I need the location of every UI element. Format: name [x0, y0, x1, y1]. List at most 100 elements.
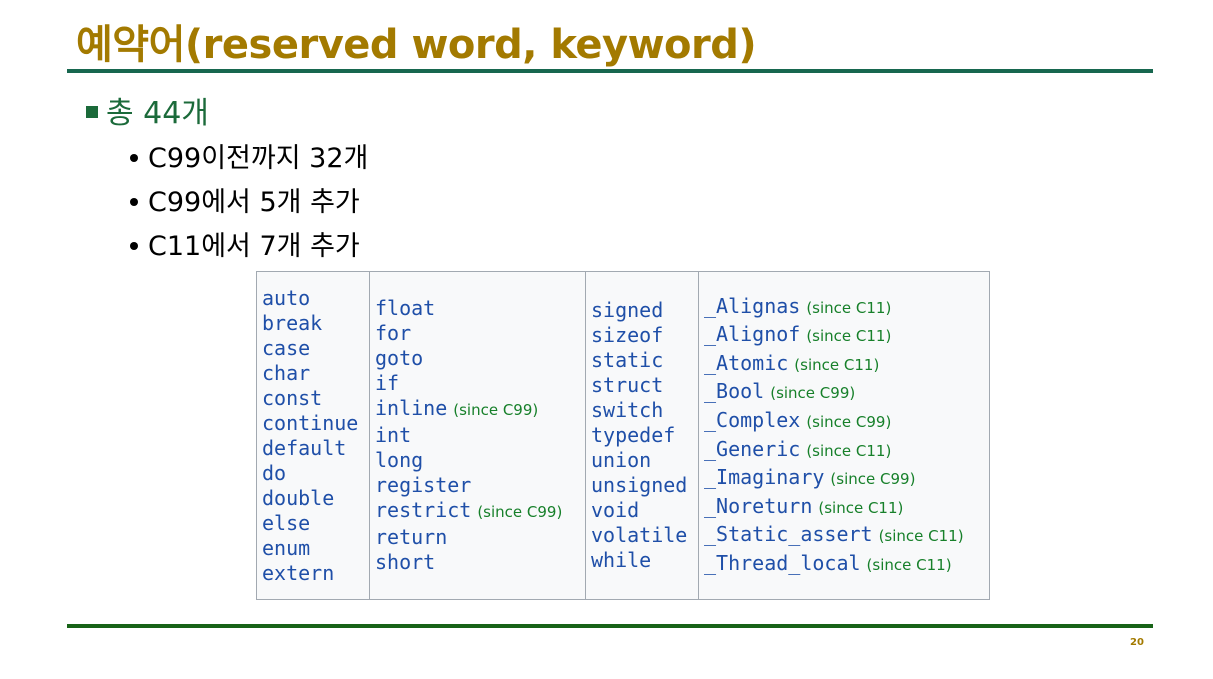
sub-bullet-2: C99에서 5개 추가	[130, 180, 360, 219]
keyword-column-2: float for goto if inline (since C99) int long re…	[370, 272, 586, 599]
keyword-text: _Thread_local	[704, 550, 861, 575]
since-note: (since C99)	[770, 384, 856, 403]
since-note: (since C99)	[830, 470, 916, 489]
main-bullet-text: 총 44개	[106, 96, 209, 131]
keyword-text: _Complex	[704, 407, 801, 432]
sub-bullet-text: C11에서 7개 추가	[148, 231, 360, 262]
keyword-item: _Imaginary (since C99)	[704, 464, 989, 493]
keyword-text: while	[591, 548, 652, 572]
sub-bullet-text: C99에서 5개 추가	[148, 187, 360, 218]
keyword-item: goto	[375, 346, 585, 371]
keyword-item: auto	[262, 286, 369, 311]
keyword-text: union	[591, 448, 652, 472]
since-note: (since C11)	[818, 498, 904, 517]
keyword-text: sizeof	[591, 323, 664, 347]
keyword-item: _Bool (since C99)	[704, 378, 989, 407]
keyword-item: _Static_assert (since C11)	[704, 521, 989, 550]
keyword-text: signed	[591, 298, 664, 322]
keyword-item: volatile	[591, 523, 698, 548]
square-bullet-icon	[86, 105, 98, 118]
keyword-item: signed	[591, 298, 698, 323]
sub-bullet-1: C99이전까지 32개	[130, 136, 368, 175]
keyword-item: int	[375, 423, 585, 448]
keyword-text: char	[262, 360, 311, 385]
sub-bullet-text: C99이전까지 32개	[148, 143, 369, 174]
keyword-item: if	[375, 371, 585, 396]
keyword-text: _Generic	[704, 436, 801, 461]
footer-divider	[67, 624, 1153, 628]
keyword-item: switch	[591, 398, 698, 423]
keyword-text: if	[375, 371, 400, 395]
keyword-item: _Alignas (since C11)	[704, 293, 989, 322]
keyword-text: inline	[375, 396, 448, 420]
keyword-text: double	[262, 485, 335, 510]
since-note: (since C11)	[878, 527, 964, 546]
keyword-text: _Atomic	[704, 350, 789, 375]
keyword-item: void	[591, 498, 698, 523]
keyword-text: int	[375, 423, 412, 447]
keyword-table: auto break case char const continue default do d…	[256, 271, 990, 600]
keyword-item: short	[375, 550, 585, 575]
keyword-text: long	[375, 448, 424, 472]
keyword-column-4: _Alignas (since C11) _Alignof (since C11) _A…	[699, 272, 989, 599]
keyword-item: break	[262, 311, 369, 336]
keyword-item: sizeof	[591, 323, 698, 348]
since-note: (since C11)	[806, 441, 892, 460]
keyword-text: void	[591, 498, 640, 522]
keyword-text: enum	[262, 535, 311, 560]
page-number: 20	[1130, 637, 1144, 648]
keyword-item: _Generic (since C11)	[704, 436, 989, 465]
keyword-text: default	[262, 435, 347, 460]
keyword-text: static	[591, 348, 664, 372]
keyword-item: unsigned	[591, 473, 698, 498]
since-note: (since C11)	[806, 327, 892, 346]
keyword-item: for	[375, 321, 585, 346]
since-note: (since C99)	[806, 412, 892, 431]
keyword-item: else	[262, 511, 369, 536]
main-bullet: 총 44개	[86, 88, 209, 132]
slide-title: 예약어(reserved word, keyword)	[76, 22, 757, 68]
keyword-text: case	[262, 335, 311, 360]
keyword-text: for	[375, 321, 412, 345]
keyword-text: switch	[591, 398, 664, 422]
keyword-text: const	[262, 385, 323, 410]
keyword-item: case	[262, 336, 369, 361]
keyword-item: return	[375, 525, 585, 550]
keyword-text: volatile	[591, 523, 688, 547]
keyword-text: _Noreturn	[704, 493, 813, 518]
keyword-item: float	[375, 296, 585, 321]
sub-bullet-3: C11에서 7개 추가	[130, 224, 360, 263]
keyword-text: else	[262, 510, 311, 535]
keyword-item: const	[262, 386, 369, 411]
since-note: (since C99)	[477, 503, 563, 521]
keyword-item: extern	[262, 561, 369, 586]
keyword-column-1: auto break case char const continue default do d…	[257, 272, 370, 599]
keyword-text: extern	[262, 560, 335, 585]
since-note: (since C11)	[866, 555, 952, 574]
dot-bullet-icon	[130, 197, 138, 206]
keyword-text: float	[375, 296, 436, 320]
keyword-text: break	[262, 310, 323, 335]
keyword-item: char	[262, 361, 369, 386]
keyword-item: union	[591, 448, 698, 473]
keyword-text: typedef	[591, 423, 676, 447]
keyword-text: _Static_assert	[704, 522, 873, 547]
keyword-text: _Alignof	[704, 322, 801, 347]
keyword-item: typedef	[591, 423, 698, 448]
keyword-item: long	[375, 448, 585, 473]
keyword-text: do	[262, 460, 287, 485]
keyword-text: _Imaginary	[704, 465, 825, 490]
keyword-item: _Noreturn (since C11)	[704, 493, 989, 522]
keyword-item: register	[375, 473, 585, 498]
since-note: (since C99)	[453, 401, 539, 419]
keyword-item: _Alignof (since C11)	[704, 321, 989, 350]
keyword-item: continue	[262, 411, 369, 436]
keyword-item: _Complex (since C99)	[704, 407, 989, 436]
keyword-text: _Bool	[704, 379, 765, 404]
keyword-text: short	[375, 550, 436, 574]
keyword-item: _Thread_local (since C11)	[704, 550, 989, 579]
keyword-item: while	[591, 548, 698, 573]
since-note: (since C11)	[794, 355, 880, 374]
keyword-item: _Atomic (since C11)	[704, 350, 989, 379]
keyword-text: auto	[262, 285, 311, 310]
